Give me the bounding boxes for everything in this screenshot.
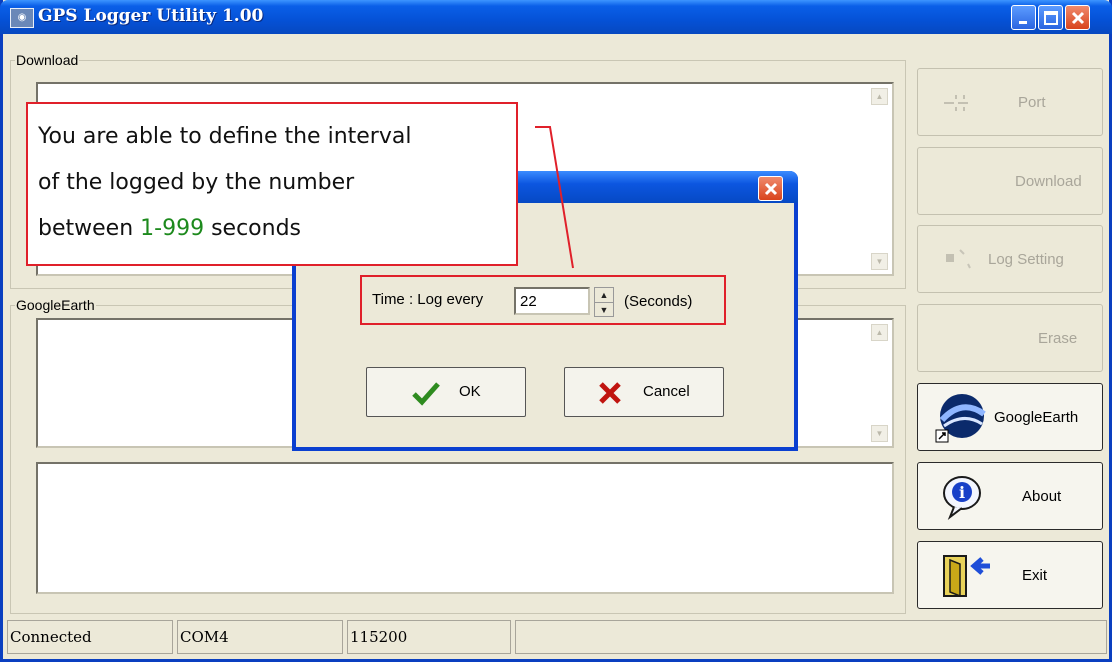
callout-leader-line [535, 126, 574, 269]
